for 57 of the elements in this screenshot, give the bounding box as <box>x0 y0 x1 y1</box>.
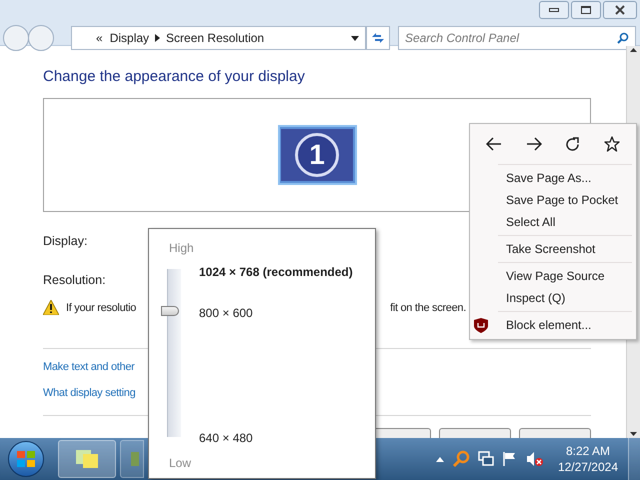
maximize-button[interactable] <box>571 1 601 19</box>
resolution-option[interactable]: 800 × 600 <box>199 304 253 322</box>
close-icon <box>615 5 625 15</box>
warning-icon <box>43 300 59 316</box>
search-field[interactable]: Search Control Panel <box>398 26 636 50</box>
resolution-option[interactable]: 1024 × 768 (recommended) <box>199 263 353 281</box>
warning-text: If your resolutio <box>66 300 136 316</box>
sticky-notes-icon <box>74 448 100 470</box>
clock[interactable]: 8:22 AM 12/27/2024 <box>558 443 618 475</box>
network-icon[interactable] <box>478 451 494 467</box>
close-button[interactable] <box>603 1 637 19</box>
refresh-button[interactable] <box>366 26 390 50</box>
link[interactable]: What display setting <box>43 384 136 401</box>
windows-logo-icon <box>16 450 36 468</box>
scroll-up-icon[interactable] <box>630 48 637 52</box>
cancel-button[interactable] <box>439 428 511 438</box>
field-label: Display: <box>43 233 88 250</box>
breadcrumb[interactable]: Display <box>110 29 150 47</box>
show-hidden-icons-icon[interactable] <box>436 456 444 462</box>
refresh-arrows-icon <box>371 32 385 44</box>
forward-arrow-icon[interactable] <box>526 137 542 151</box>
menu-item[interactable]: View Page Source <box>498 267 605 285</box>
speaker-muted-icon[interactable] <box>526 451 544 467</box>
resolution-option[interactable]: 640 × 480 <box>199 429 253 447</box>
page-heading: Change the appearance of your display <box>43 66 306 86</box>
bookmark-star-icon[interactable] <box>604 136 620 152</box>
search-icon <box>617 32 629 44</box>
monitor-number: 1 <box>295 133 339 177</box>
menu-item[interactable]: Select All <box>498 213 556 231</box>
search-input[interactable]: Search Control Panel <box>405 29 617 47</box>
breadcrumb-arrow-icon[interactable] <box>155 34 160 42</box>
start-button[interactable] <box>8 441 44 477</box>
monitor-thumbnail[interactable]: 1 <box>278 125 356 185</box>
dropdown-arrow-icon[interactable] <box>351 36 359 41</box>
flag-icon[interactable] <box>502 451 518 467</box>
menu-item[interactable]: Save Page to Pocket <box>498 191 618 209</box>
slider-thumb[interactable] <box>161 306 179 316</box>
scroll-down-icon[interactable] <box>630 432 637 436</box>
app-icon <box>129 449 141 469</box>
warning-text: fit on the screen. <box>390 300 466 316</box>
high-label: High <box>169 240 194 257</box>
menu-item[interactable]: Take Screenshot <box>498 240 596 258</box>
low-label: Low <box>169 455 192 472</box>
taskbar-app-button[interactable] <box>58 440 116 478</box>
overflow-chevron[interactable]: « <box>96 29 103 47</box>
minimize-button[interactable] <box>539 1 569 19</box>
menu-item[interactable]: Block element... <box>498 316 592 334</box>
breadcrumb[interactable]: Screen Resolution <box>166 29 264 47</box>
menu-item[interactable]: Save Page As... <box>498 169 592 187</box>
address-bar[interactable]: « Display Screen Resolution <box>71 26 366 50</box>
menu-item[interactable]: Inspect (Q) <box>498 289 566 307</box>
apply-button[interactable] <box>519 428 591 438</box>
shield-icon <box>474 318 488 333</box>
back-arrow-icon[interactable] <box>486 137 502 151</box>
link[interactable]: Make text and other <box>43 359 135 376</box>
field-label: Resolution: <box>43 272 106 289</box>
reload-icon[interactable] <box>565 136 580 152</box>
